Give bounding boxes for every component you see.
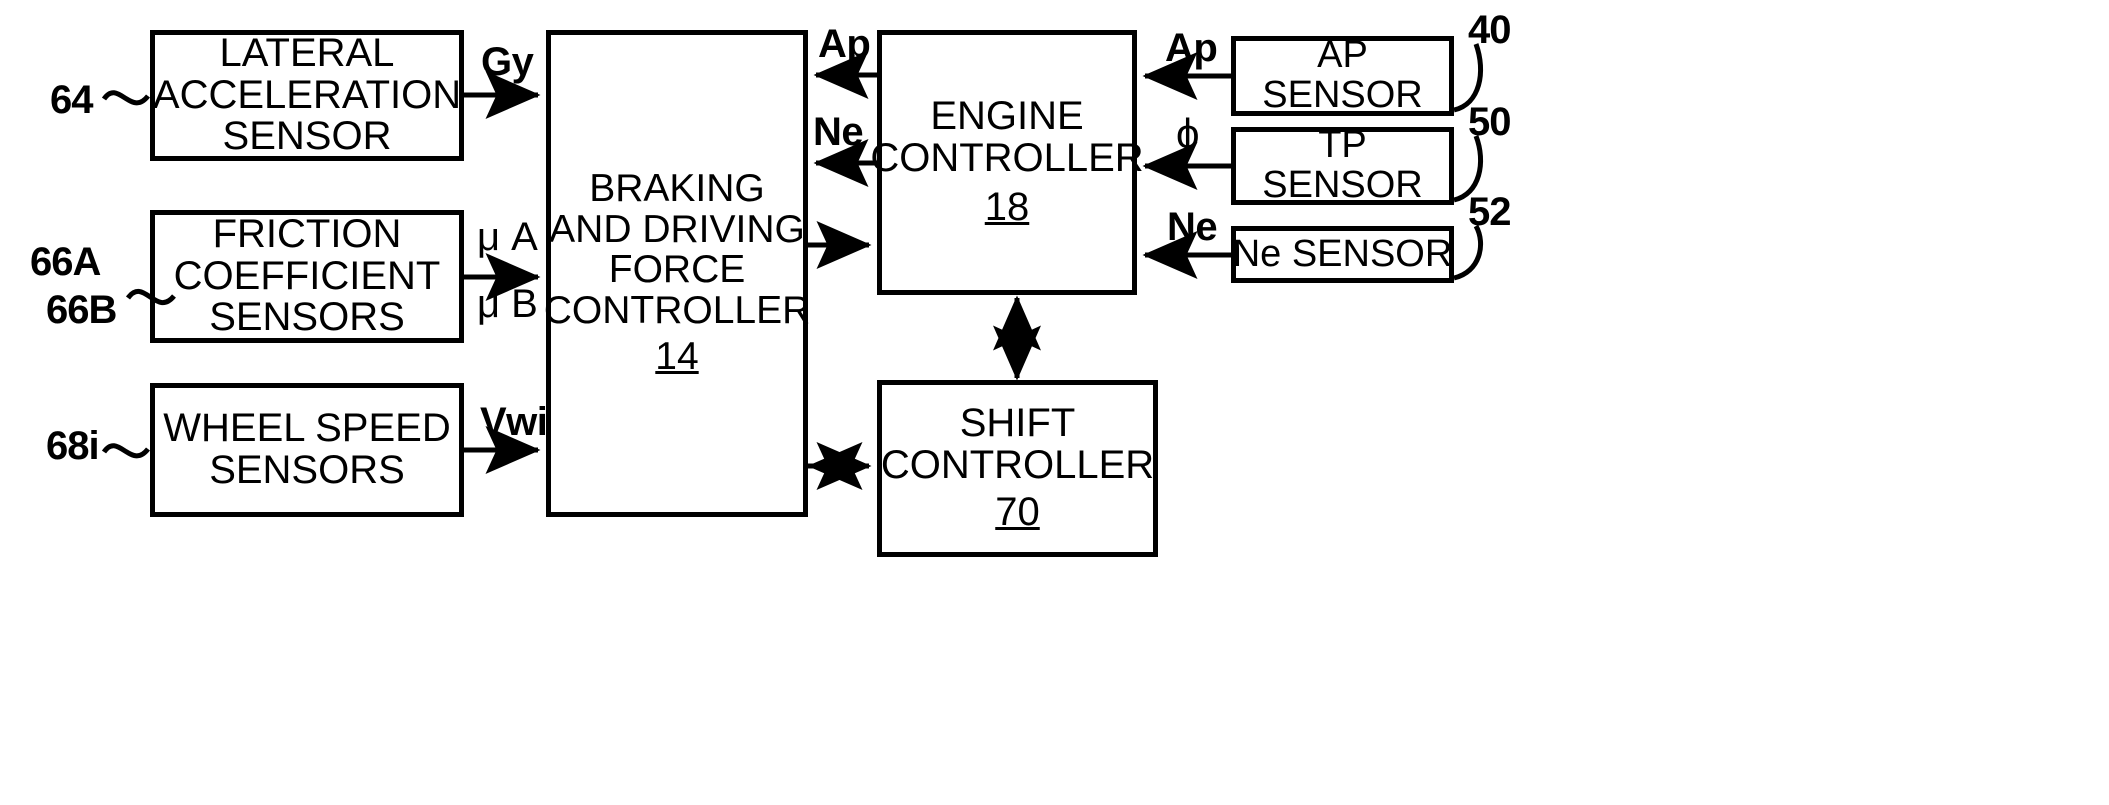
block-line: CONTROLLER: [543, 288, 811, 332]
signal-label-ap-left: Ap: [818, 22, 871, 66]
block-line: TP: [1318, 124, 1367, 167]
block-friction-coefficient-sensors: FRICTION COEFFICIENT SENSORS: [150, 210, 464, 343]
block-line: CONTROLLER: [870, 135, 1144, 180]
block-line: AP: [1317, 34, 1368, 77]
block-line: SENSORS: [209, 448, 405, 492]
block-line: WHEEL SPEED: [163, 406, 451, 451]
signal-label-ap-right: Ap: [1165, 26, 1218, 70]
block-line: SENSORS: [209, 295, 405, 340]
block-ref-label: 18: [984, 185, 1030, 230]
ref-number-40: 40: [1468, 8, 1511, 52]
block-lateral-acceleration-sensor: LATERAL ACCELERATION SENSOR: [150, 30, 464, 161]
block-wheel-speed-sensors: WHEEL SPEED SENSORS: [150, 383, 464, 517]
block-line: COEFFICIENT: [173, 253, 441, 298]
block-line: SENSOR: [222, 114, 392, 159]
ref-number-52: 52: [1468, 190, 1511, 234]
ref-number-66a: 66A: [30, 240, 101, 284]
signal-label-vwi: Vwi: [480, 400, 548, 444]
figure-canvas: LATERAL ACCELERATION SENSOR 64 FRICTION …: [0, 0, 2109, 805]
block-line: FRICTION: [212, 212, 402, 257]
block-ap-sensor: AP SENSOR: [1231, 36, 1454, 116]
block-line: BRAKING: [589, 167, 765, 211]
leader-64: [101, 90, 150, 106]
block-line: SENSOR: [1262, 74, 1423, 116]
block-line: AND DRIVING: [549, 207, 805, 251]
block-engine-controller: ENGINE CONTROLLER 18: [870, 30, 1144, 295]
block-line: CONTROLLER: [880, 442, 1155, 487]
signal-label-gy: Gy: [481, 40, 534, 84]
ref-number-50: 50: [1468, 100, 1511, 144]
block-ne-sensor: Ne SENSOR: [1231, 226, 1454, 283]
leader-68i: [101, 443, 150, 459]
block-line: ENGINE: [930, 94, 1084, 139]
block-line: LATERAL: [219, 31, 395, 76]
signal-label-mu-b: μ B: [477, 282, 538, 326]
signal-label-ne-right: Ne: [1167, 205, 1218, 249]
block-line: FORCE: [608, 248, 746, 292]
block-line: SENSOR: [1262, 164, 1423, 206]
block-ref-label: 14: [655, 335, 699, 379]
block-shift-controller: SHIFT CONTROLLER 70: [877, 380, 1158, 557]
ref-number-64: 64: [50, 78, 93, 122]
block-line: ACCELERATION: [152, 72, 462, 117]
ref-number-66b: 66B: [46, 288, 117, 332]
block-ref-label: 70: [995, 490, 1040, 535]
signal-label-mu-a: μ A: [477, 215, 538, 259]
signal-label-ne-left: Ne: [813, 110, 864, 154]
block-braking-driving-force-controller: BRAKING AND DRIVING FORCE CONTROLLER 14: [543, 30, 811, 517]
block-line: SHIFT: [959, 401, 1076, 446]
ref-number-68i: 68i: [46, 424, 100, 468]
block-line: Ne SENSOR: [1232, 232, 1453, 275]
signal-label-phi: ϕ: [1176, 110, 1200, 157]
block-tp-sensor: TP SENSOR: [1231, 124, 1454, 206]
